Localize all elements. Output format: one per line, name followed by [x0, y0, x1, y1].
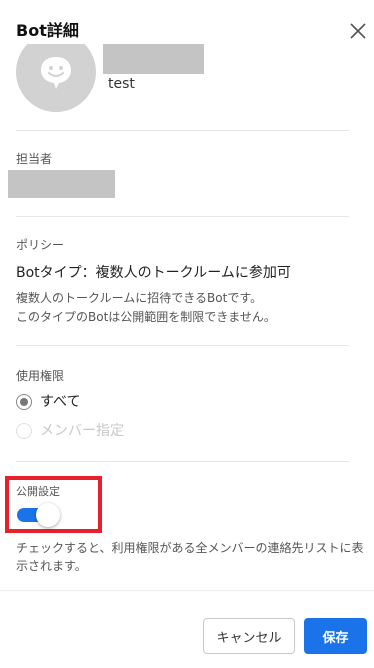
dialog-footer: キャンセル 保存: [0, 590, 374, 668]
policy-type: Botタイプ：複数人のトークルームに参加可: [16, 265, 291, 281]
divider: [16, 216, 349, 217]
close-icon[interactable]: [350, 23, 366, 39]
bot-detail-panel: Bot詳細 test 担当者 ポリシー Botタイプ：複数人のトークルームに参加…: [0, 0, 374, 668]
close-button[interactable]: [343, 16, 373, 46]
redacted-name-block: [103, 44, 204, 74]
radio-checked-icon[interactable]: [16, 394, 32, 410]
radio-unchecked-icon[interactable]: [16, 423, 32, 439]
radio-option-member-specified[interactable]: メンバー指定: [16, 421, 124, 441]
public-setting-toggle[interactable]: [17, 503, 60, 527]
redacted-manager-block: [8, 170, 115, 198]
panel-title: Bot詳細: [16, 21, 79, 40]
cancel-button[interactable]: キャンセル: [203, 618, 295, 654]
public-setting-desc: チェックすると、利用権限がある全メンバーの連絡先リストに表示されます。: [16, 541, 364, 573]
bot-avatar: [16, 44, 96, 112]
divider: [16, 345, 349, 346]
policy-desc-line1: 複数人のトークルームに招待できるBotです。: [16, 291, 263, 305]
divider: [16, 461, 349, 462]
detail-content[interactable]: test 担当者 ポリシー Botタイプ：複数人のトークルームに参加可 複数人の…: [0, 44, 374, 590]
divider: [16, 130, 349, 131]
radio-option-label: すべて: [40, 394, 81, 410]
radio-option-label: メンバー指定: [40, 423, 124, 439]
toggle-knob[interactable]: [36, 503, 60, 527]
permission-label: 使用権限: [16, 369, 65, 383]
public-setting-label: 公開設定: [16, 485, 60, 498]
policy-desc-line2: このタイプのBotは公開範囲を制限できません。: [16, 310, 276, 324]
save-button[interactable]: 保存: [304, 618, 367, 654]
radio-option-all[interactable]: すべて: [16, 392, 80, 412]
manager-label: 担当者: [16, 152, 53, 166]
policy-label: ポリシー: [16, 238, 65, 252]
chat-bubble-smile-icon: [41, 57, 71, 89]
bot-name: test: [108, 76, 135, 92]
